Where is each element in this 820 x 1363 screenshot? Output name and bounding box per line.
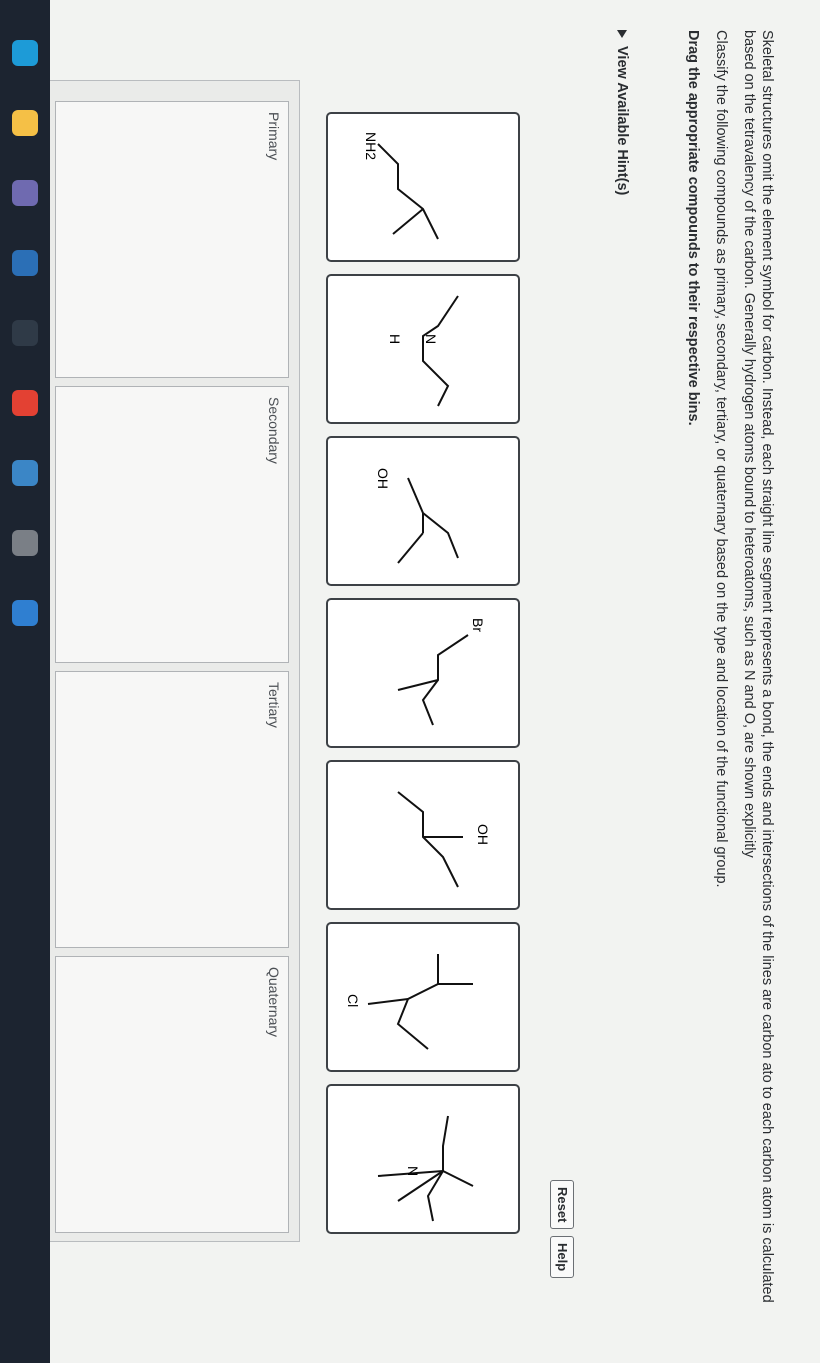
compound-structure: OH	[397, 791, 491, 888]
compound-label: Br	[470, 618, 486, 632]
edge-icon[interactable]	[12, 40, 38, 66]
chrome-icon[interactable]	[12, 390, 38, 416]
instructions-paragraph-1: Skeletal structures omit the element sym…	[741, 30, 775, 1303]
expand-triangle-icon	[616, 30, 627, 38]
hint-toggle-label: View Available Hint(s)	[614, 46, 630, 196]
reset-button[interactable]: Reset	[550, 1180, 574, 1230]
help-button[interactable]: Help	[550, 1236, 574, 1279]
compound-structure: Br	[397, 618, 486, 726]
compound-tile[interactable]: OH	[326, 760, 520, 910]
compound-structure: NH2	[363, 132, 439, 240]
compound-tile[interactable]: Cl	[326, 922, 520, 1072]
compound-tile[interactable]: N	[326, 1084, 520, 1234]
hint-toggle[interactable]: View Available Hint(s)	[614, 30, 630, 195]
classification-bins: Primary Secondary Tertiary Quaternary	[38, 80, 300, 1242]
compound-structure: OH	[375, 468, 459, 564]
instructions: Skeletal structures omit the element sym…	[674, 30, 776, 1330]
apps-icon[interactable]	[12, 250, 38, 276]
compound-label: N	[423, 334, 439, 344]
bin-primary[interactable]: Primary	[55, 101, 289, 378]
bin-quaternary[interactable]: Quaternary	[55, 956, 289, 1233]
outlook-icon[interactable]	[12, 600, 38, 626]
bin-label: Tertiary	[266, 682, 282, 728]
compound-palette: NH2 N H OH Br OH Cl N	[320, 112, 520, 1234]
compound-structure: Cl	[345, 954, 473, 1050]
compound-tile[interactable]: N H	[326, 274, 520, 424]
instructions-paragraph-3: Drag the appropriate compounds to their …	[685, 30, 701, 426]
bin-label: Quaternary	[266, 967, 282, 1038]
photos-icon[interactable]	[12, 460, 38, 486]
compound-tile[interactable]: OH	[326, 436, 520, 586]
instructions-paragraph-2: Classify the following compounds as prim…	[713, 30, 729, 888]
amazon-icon[interactable]	[12, 320, 38, 346]
bin-secondary[interactable]: Secondary	[55, 386, 289, 663]
file-explorer-icon[interactable]	[12, 110, 38, 136]
compound-tile[interactable]: NH2	[326, 112, 520, 262]
compound-structure: N	[377, 1115, 474, 1222]
settings-icon[interactable]	[12, 530, 38, 556]
bin-tertiary[interactable]: Tertiary	[55, 671, 289, 948]
compound-label: OH	[475, 824, 491, 845]
bin-label: Secondary	[266, 397, 282, 464]
compound-label: N	[405, 1166, 421, 1176]
store-icon[interactable]	[12, 180, 38, 206]
compound-structure: N H	[387, 295, 459, 407]
compound-label: Cl	[345, 994, 361, 1007]
compound-label: NH2	[363, 132, 379, 160]
compound-label-secondary: H	[387, 334, 403, 344]
rotated-screen: Skeletal structures omit the element sym…	[0, 0, 820, 1363]
compound-label: OH	[375, 468, 391, 489]
bin-label: Primary	[266, 112, 282, 161]
compound-tile[interactable]: Br	[326, 598, 520, 748]
